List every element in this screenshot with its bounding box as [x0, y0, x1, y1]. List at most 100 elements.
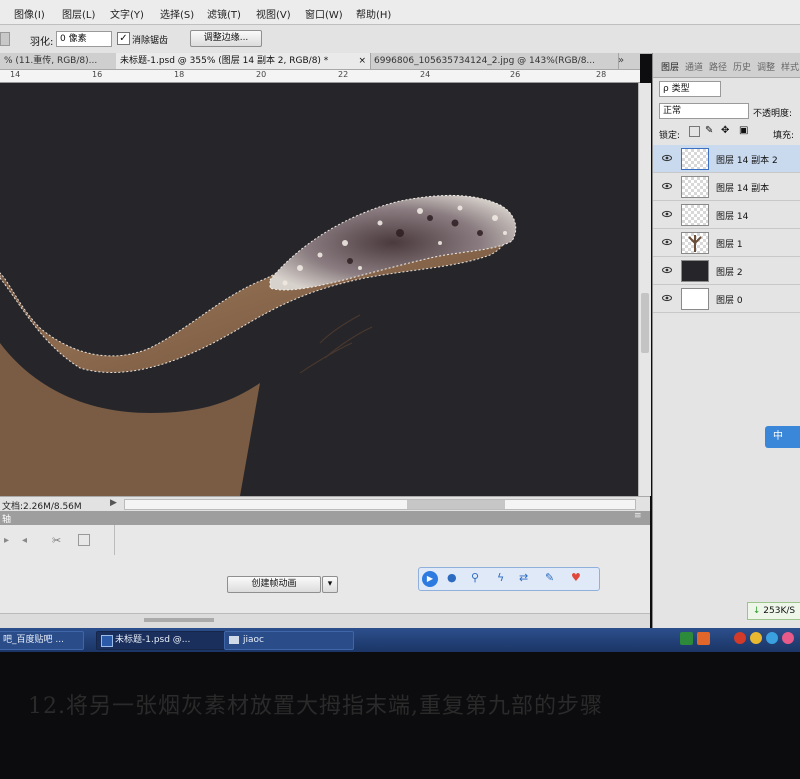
layer-row[interactable]: 图层 2: [653, 257, 800, 285]
panel-tab-history[interactable]: 历史: [733, 60, 751, 73]
ime-indicator[interactable]: 中: [765, 426, 800, 448]
document-canvas[interactable]: [0, 83, 638, 496]
tray-app-icon[interactable]: [766, 632, 778, 644]
panel-tab-styles[interactable]: 样式: [781, 60, 799, 73]
ime-label: 中: [773, 431, 783, 442]
tools-icon[interactable]: ✎: [545, 571, 554, 584]
timeline-footer: [0, 613, 650, 628]
panel-tab-adjustments[interactable]: 调整: [757, 60, 775, 73]
panel-tab-paths[interactable]: 路径: [709, 60, 727, 73]
vertical-scroll-thumb[interactable]: [641, 293, 649, 353]
menu-item-window[interactable]: 窗口(W): [305, 6, 343, 21]
visibility-eye-icon[interactable]: [662, 181, 672, 191]
status-menu-arrow-icon[interactable]: ▶: [110, 498, 117, 508]
taskbar-item-browser[interactable]: 吧_百度贴吧 ...: [0, 631, 84, 650]
layer-thumbnail: [681, 176, 709, 198]
tab-label: 未标题-1.psd @ 355% (图层 14 副本 2, RGB/8) *: [120, 56, 329, 66]
layer-row[interactable]: 图层 0: [653, 285, 800, 313]
panel-tab-channels[interactable]: 通道: [685, 60, 703, 73]
menu-item-filter[interactable]: 滤镜(T): [207, 6, 241, 21]
tutorial-caption: 12.将另一张烟灰素材放置大拇指末端,重复第九部的步骤: [28, 694, 603, 719]
feather-input[interactable]: 0 像素: [56, 31, 112, 47]
opacity-label: 不透明度:: [753, 109, 793, 119]
tab-label: 6996806_105635734124_2.jpg @ 143%(RGB/8.…: [374, 56, 596, 66]
lock-paint-icon[interactable]: ✎: [705, 125, 713, 136]
window-icon: [229, 636, 239, 644]
play-icon[interactable]: ▸: [4, 535, 9, 546]
visibility-eye-icon[interactable]: [662, 153, 672, 163]
visibility-eye-icon[interactable]: [662, 265, 672, 275]
visibility-eye-icon[interactable]: [662, 209, 672, 219]
tray-app-icon[interactable]: [734, 632, 746, 644]
share-icon[interactable]: ⇄: [519, 571, 528, 584]
tray-app-icon[interactable]: [750, 632, 762, 644]
lock-move-icon[interactable]: ✥: [721, 125, 729, 136]
create-frame-animation-button[interactable]: 创建帧动画: [227, 576, 321, 593]
layers-panel: 图层 通道 路径 历史 调整 样式 ρ 类型 正常 不透明度: 锁定: ✎ ✥ …: [652, 53, 800, 628]
layer-thumbnail: [681, 288, 709, 310]
ruler-number: 18: [174, 70, 185, 79]
refine-edge-button[interactable]: 调整边缘...: [190, 30, 262, 47]
tabs-overflow-icon[interactable]: »: [618, 55, 624, 66]
layer-row[interactable]: 图层 14 副本: [653, 173, 800, 201]
layer-thumbnail: [681, 204, 709, 226]
timeline-title: 轴: [2, 515, 12, 525]
menu-item-view[interactable]: 视图(V): [256, 6, 291, 21]
user-icon[interactable]: ●: [447, 571, 457, 584]
timeline-menu-icon[interactable]: ≡: [634, 511, 642, 521]
menu-item-type[interactable]: 文字(Y): [110, 6, 144, 21]
taskbar-item-photoshop[interactable]: 未标题-1.psd @...: [96, 631, 226, 650]
ash-texture: [269, 194, 517, 291]
document-tabs: % (11.重传, RGB/8)... 未标题-1.psd @ 355% (图层…: [0, 53, 640, 70]
taskbar-item-jiaoc[interactable]: jiaoc: [224, 631, 354, 650]
layer-thumbnail: [681, 232, 709, 254]
menu-bar: 图像(I) 图层(L) 文字(Y) 选择(S) 滤镜(T) 视图(V) 窗口(W…: [0, 0, 800, 25]
network-speed-text: 253K/S: [763, 606, 796, 616]
tab-document-1[interactable]: % (11.重传, RGB/8)...: [0, 53, 119, 69]
menu-item-help[interactable]: 帮助(H): [356, 6, 391, 21]
tray-app-icon[interactable]: [680, 632, 693, 645]
previous-frame-icon[interactable]: ◂: [22, 535, 27, 546]
visibility-eye-icon[interactable]: [662, 237, 672, 247]
tab-document-2[interactable]: 未标题-1.psd @ 355% (图层 14 副本 2, RGB/8) * ×: [116, 53, 371, 69]
search-icon[interactable]: ⚲: [471, 571, 479, 584]
layer-row[interactable]: 图层 14: [653, 201, 800, 229]
thumb-artwork: [0, 194, 517, 496]
antialias-checkbox[interactable]: ✓: [117, 32, 130, 45]
status-bar: 文档:2.26M/8.56M ▶: [0, 496, 650, 512]
ruler-number: 14: [10, 70, 21, 79]
visibility-eye-icon[interactable]: [662, 293, 672, 303]
taskbar-label: jiaoc: [243, 635, 264, 645]
ruler-number: 28: [596, 70, 607, 79]
layer-row[interactable]: 图层 14 副本 2: [653, 145, 800, 173]
tray-app-icon[interactable]: [782, 632, 794, 644]
zoom-slider[interactable]: [144, 618, 214, 622]
layer-name: 图层 14 副本 2: [716, 156, 778, 166]
transition-icon[interactable]: [78, 534, 90, 546]
lightning-icon[interactable]: ϟ: [497, 571, 504, 584]
fill-label: 填充:: [773, 131, 795, 141]
panel-tab-layers[interactable]: 图层: [661, 60, 679, 73]
location-icon[interactable]: ♥: [571, 571, 581, 584]
layer-row[interactable]: 图层 1: [653, 229, 800, 257]
start-icon[interactable]: ▶: [422, 571, 438, 587]
menu-item-layer[interactable]: 图层(L): [62, 6, 95, 21]
lock-all-icon[interactable]: ▣: [739, 125, 748, 136]
tool-preset-icon[interactable]: [0, 32, 10, 46]
blend-mode-select[interactable]: 正常: [659, 103, 749, 119]
tab-close-icon[interactable]: ×: [358, 53, 366, 69]
ruler-number: 22: [338, 70, 349, 79]
dropdown-arrow-icon[interactable]: ▾: [322, 576, 338, 593]
layer-thumbnail: [681, 260, 709, 282]
menu-item-image[interactable]: 图像(I): [14, 6, 45, 21]
menu-item-select[interactable]: 选择(S): [160, 6, 194, 21]
tray-app-icon[interactable]: [697, 632, 710, 645]
tab-document-3[interactable]: 6996806_105635734124_2.jpg @ 143%(RGB/8.…: [370, 53, 619, 69]
lock-label: 锁定:: [659, 131, 681, 141]
horizontal-scroll-thumb[interactable]: [407, 500, 505, 509]
layer-filter-select[interactable]: ρ 类型: [659, 81, 721, 97]
lock-transparency-icon[interactable]: [689, 126, 700, 137]
vertical-scrollbar[interactable]: [638, 83, 651, 496]
scissors-icon[interactable]: ✂: [52, 534, 61, 547]
horizontal-scrollbar[interactable]: [124, 499, 636, 510]
